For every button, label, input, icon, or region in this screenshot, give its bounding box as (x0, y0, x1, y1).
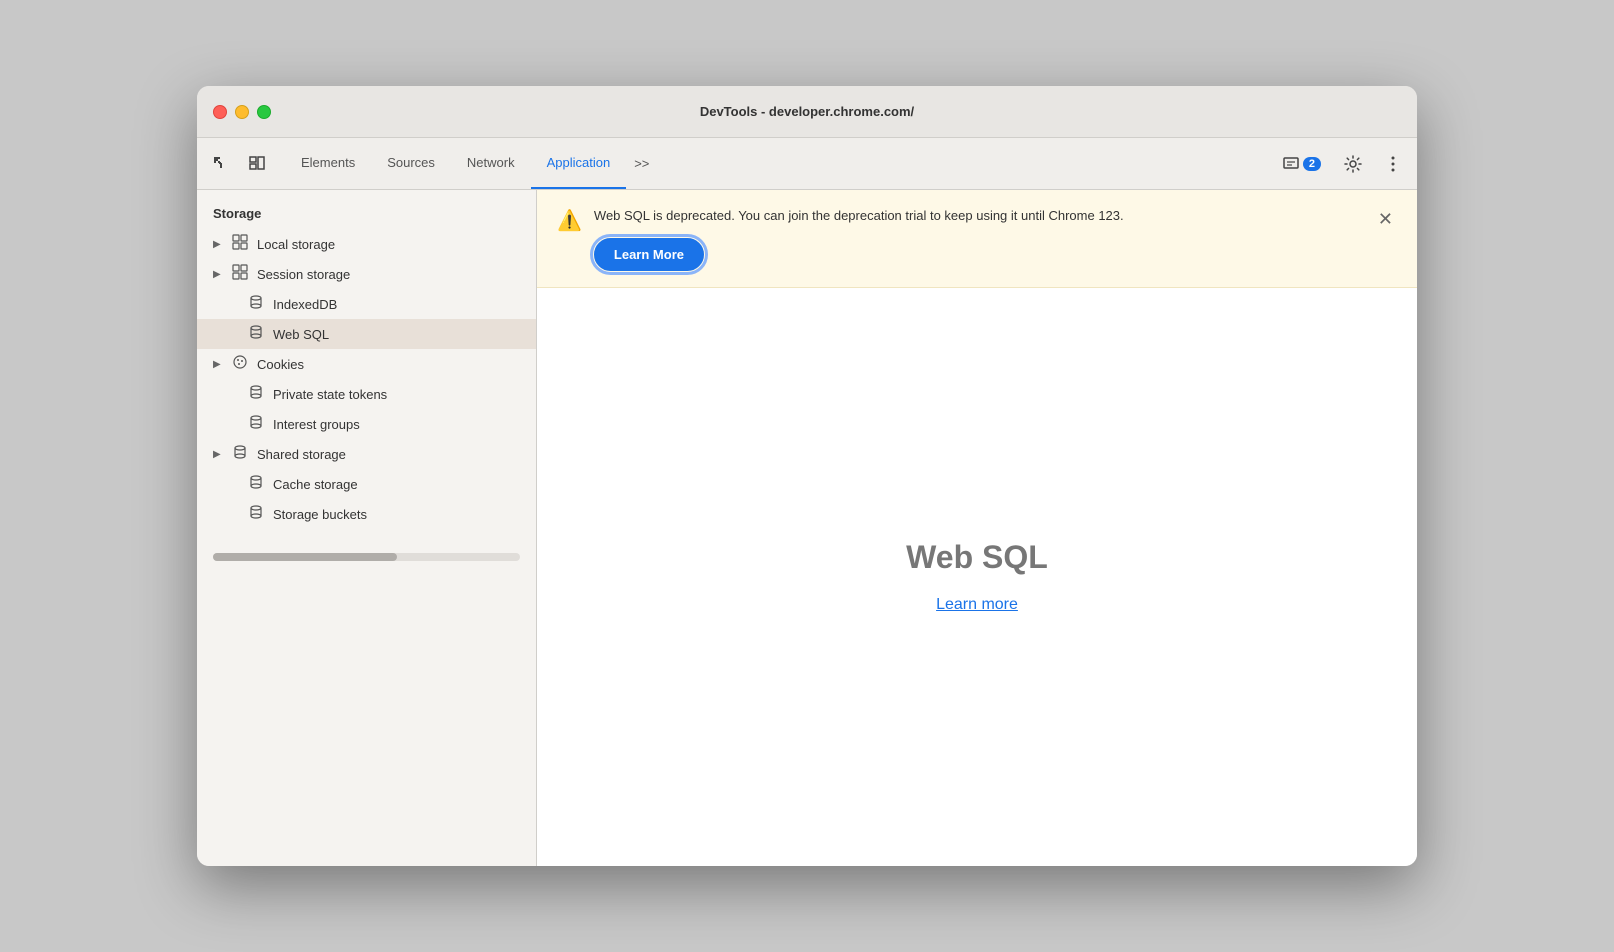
cylinder-icon (247, 474, 265, 494)
cylinder-icon (247, 294, 265, 314)
tab-application[interactable]: Application (531, 138, 627, 189)
main-content: Storage ▶ Local storage ▶ (197, 190, 1417, 866)
web-sql-content: Web SQL Learn more (537, 288, 1417, 867)
cylinder-icon (247, 384, 265, 404)
settings-icon (1344, 155, 1362, 173)
toolbar: Elements Sources Network Application >> (197, 138, 1417, 190)
grid-icon (231, 234, 249, 254)
tab-bar: Elements Sources Network Application >> (285, 138, 1271, 189)
titlebar: DevTools - developer.chrome.com/ (197, 86, 1417, 138)
arrow-icon: ▶ (213, 359, 223, 370)
sidebar-item-shared-storage[interactable]: ▶ Shared storage (197, 439, 536, 469)
settings-button[interactable] (1337, 148, 1369, 180)
sidebar-item-cookies[interactable]: ▶ Cookies (197, 349, 536, 379)
warning-icon: ⚠️ (557, 208, 582, 233)
cylinder-icon (247, 324, 265, 344)
learn-more-link[interactable]: Learn more (936, 596, 1018, 614)
sidebar-item-storage-buckets[interactable]: ▶ Storage buckets (197, 499, 536, 529)
toolbar-right: 2 (1275, 148, 1409, 180)
console-icon (1283, 156, 1299, 172)
minimize-button[interactable] (235, 105, 249, 119)
sidebar-item-local-storage[interactable]: ▶ Local storage (197, 229, 536, 259)
sidebar-item-private-state-tokens[interactable]: ▶ Private state tokens (197, 379, 536, 409)
window-title: DevTools - developer.chrome.com/ (700, 104, 914, 119)
cookie-icon (231, 354, 249, 374)
more-vertical-icon (1391, 156, 1395, 172)
sidebar: Storage ▶ Local storage ▶ (197, 190, 537, 866)
sidebar-item-session-storage[interactable]: ▶ Session storage (197, 259, 536, 289)
web-sql-title: Web SQL (906, 539, 1048, 576)
arrow-icon: ▶ (213, 449, 223, 460)
sidebar-scrollbar[interactable] (213, 553, 520, 561)
sidebar-scrollbar-thumb (213, 553, 397, 561)
tab-elements[interactable]: Elements (285, 138, 371, 189)
tab-sources[interactable]: Sources (371, 138, 451, 189)
storage-section-title: Storage (197, 202, 536, 229)
cylinder-icon (231, 444, 249, 464)
inspect-icon (248, 155, 266, 173)
cursor-tool-button[interactable] (205, 148, 237, 180)
learn-more-button[interactable]: Learn More (594, 238, 704, 271)
content-panel: ⚠️ Web SQL is deprecated. You can join t… (537, 190, 1417, 866)
close-button[interactable] (213, 105, 227, 119)
cursor-icon (212, 155, 230, 173)
sidebar-item-interest-groups[interactable]: ▶ Interest groups (197, 409, 536, 439)
arrow-icon: ▶ (213, 239, 223, 250)
cylinder-icon (247, 504, 265, 524)
sidebar-item-web-sql[interactable]: ▶ Web SQL (197, 319, 536, 349)
warning-message: Web SQL is deprecated. You can join the … (594, 206, 1362, 226)
traffic-lights (213, 105, 271, 119)
deprecation-warning: ⚠️ Web SQL is deprecated. You can join t… (537, 190, 1417, 288)
more-options-button[interactable] (1377, 148, 1409, 180)
tab-network[interactable]: Network (451, 138, 531, 189)
sidebar-item-indexeddb[interactable]: ▶ IndexedDB (197, 289, 536, 319)
arrow-icon: ▶ (213, 269, 223, 280)
console-messages-button[interactable]: 2 (1275, 152, 1329, 176)
more-tabs-button[interactable]: >> (626, 138, 657, 189)
sidebar-item-cache-storage[interactable]: ▶ Cache storage (197, 469, 536, 499)
devtools-window: DevTools - developer.chrome.com/ (197, 86, 1417, 866)
inspect-element-button[interactable] (241, 148, 273, 180)
close-warning-button[interactable]: ✕ (1374, 206, 1397, 232)
console-badge: 2 (1303, 157, 1321, 171)
cylinder-icon (247, 414, 265, 434)
maximize-button[interactable] (257, 105, 271, 119)
grid-icon (231, 264, 249, 284)
warning-text-area: Web SQL is deprecated. You can join the … (594, 206, 1362, 271)
